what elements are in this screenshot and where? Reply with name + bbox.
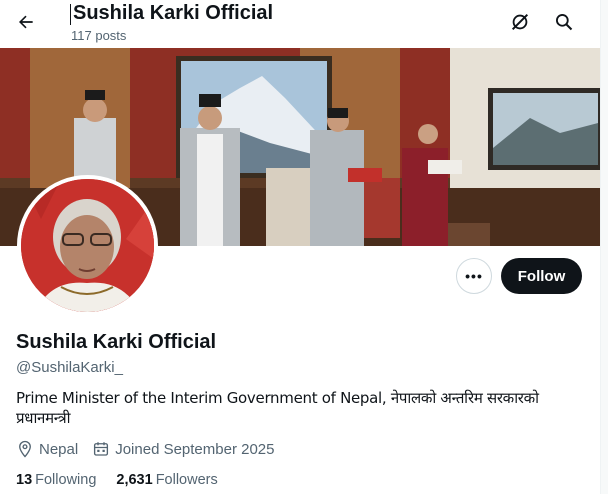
top-bar: Sushila Karki Official 117 posts — [0, 0, 600, 48]
following-link[interactable]: 13 Following — [16, 472, 96, 488]
profile-display-name: Sushila Karki Official — [16, 331, 217, 353]
following-label: Following — [35, 472, 97, 488]
search-button[interactable] — [548, 6, 580, 38]
location-text: Nepal — [39, 440, 79, 458]
more-options-button[interactable]: ••• — [456, 258, 492, 294]
joined-date: Joined September 2025 — [115, 440, 275, 458]
page-title: Sushila Karki Official — [73, 2, 274, 24]
header-title-block: Sushila Karki Official 117 posts — [70, 1, 273, 43]
followers-count: 2,631 — [116, 472, 153, 488]
text-cursor — [70, 4, 71, 25]
grok-icon — [511, 13, 529, 31]
profile-meta: Nepal Joined September 2025 — [16, 440, 288, 458]
profile-avatar[interactable] — [17, 175, 158, 316]
profile-handle: @SushilaKarki_ — [16, 359, 123, 376]
posts-count: 117 posts — [71, 28, 127, 43]
location-pin-icon — [19, 440, 31, 458]
search-icon — [556, 14, 573, 31]
followers-link[interactable]: 2,631 Followers — [116, 472, 217, 488]
follow-button[interactable]: Follow — [501, 258, 582, 294]
follow-stats: 13 Following 2,631 Followers — [16, 472, 238, 488]
profile-bio: Prime Minister of the Interim Government… — [16, 389, 539, 427]
arrow-left-icon — [19, 15, 33, 29]
followers-label: Followers — [155, 472, 218, 488]
following-count: 13 — [16, 472, 33, 488]
calendar-icon — [94, 442, 109, 456]
back-button[interactable] — [10, 6, 42, 38]
joined-item: Joined September 2025 — [92, 440, 274, 458]
location-item: Nepal — [16, 440, 78, 458]
avatar-photo — [21, 179, 154, 312]
grok-button[interactable] — [504, 6, 536, 38]
scrollbar-track[interactable] — [600, 0, 608, 494]
